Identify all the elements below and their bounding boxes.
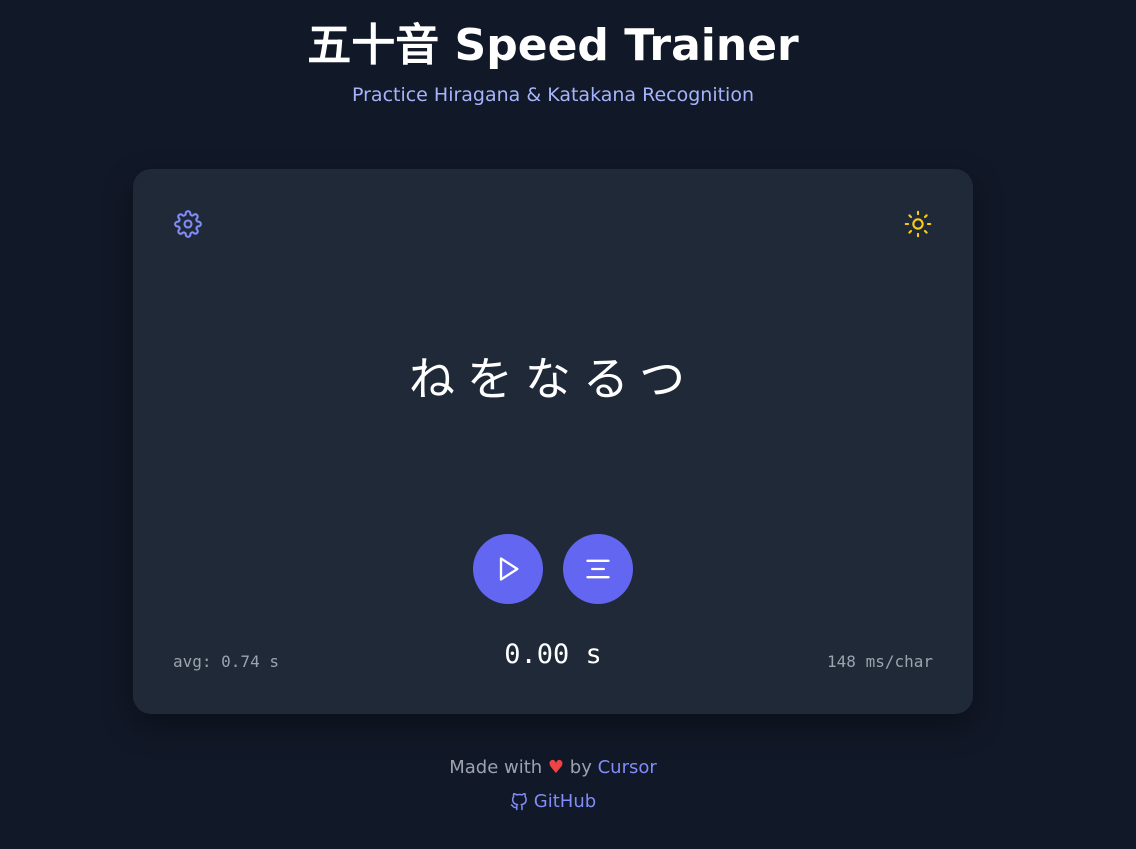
sun-icon	[904, 210, 932, 238]
by-text: by	[569, 757, 592, 778]
play-icon	[499, 557, 519, 581]
heart-icon: ♥	[547, 757, 565, 778]
kana-display: ねをなるつ	[408, 352, 698, 406]
footer-github: GitHub	[0, 790, 1106, 818]
align-center-icon	[586, 559, 610, 579]
play-button[interactable]	[473, 534, 543, 604]
page-subtitle: Practice Hiragana & Katakana Recognition	[351, 84, 754, 106]
menu-button[interactable]	[563, 534, 633, 604]
gear-icon	[174, 210, 202, 238]
github-link[interactable]: GitHub	[510, 790, 596, 814]
page: 五十音 Speed Trainer Practice Hiragana & Ka…	[0, 0, 1136, 849]
cursor-link[interactable]: Cursor	[598, 757, 657, 778]
page-title: 五十音 Speed Trainer	[307, 20, 799, 71]
github-icon	[510, 793, 527, 811]
theme-toggle-button[interactable]	[902, 208, 934, 240]
settings-button[interactable]	[172, 208, 204, 240]
speed-rate: 148 ms/char	[827, 652, 933, 671]
trainer-card: ねをなるつ avg: 0.74 s 0.00 s 148 ms/char	[133, 169, 973, 714]
github-label: GitHub	[533, 791, 597, 812]
footer-credit: Made with ♥ by Cursor	[0, 756, 1106, 780]
made-with-text: Made with	[449, 757, 543, 778]
